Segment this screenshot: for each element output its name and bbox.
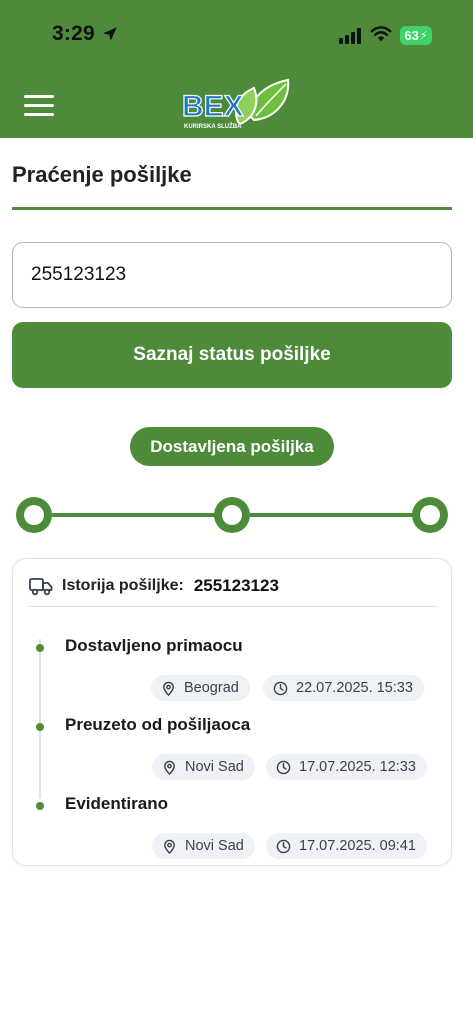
status-badge: Dostavljena pošiljka [130, 427, 334, 466]
location-arrow-icon [103, 27, 117, 41]
location-chip: Novi Sad [152, 754, 255, 780]
location-chip: Beograd [151, 675, 250, 701]
location-chip: Novi Sad [152, 833, 255, 859]
charging-bolt-icon: ⚡ [419, 30, 428, 42]
tracking-number-input[interactable] [12, 242, 452, 308]
map-pin-icon [164, 760, 175, 775]
truck-icon [29, 578, 53, 596]
timeline-dot [36, 723, 44, 731]
history-divider [29, 606, 437, 607]
battery-indicator: 63 ⚡ [400, 26, 432, 45]
event-datetime: 17.07.2025. 12:33 [299, 759, 416, 775]
event-datetime: 17.07.2025. 09:41 [299, 838, 416, 854]
event-title: Dostavljeno primaocu [65, 636, 243, 655]
event-location: Novi Sad [185, 838, 244, 854]
timeline-event: Evidentirano Novi Sad 17.07.2025. 09:41 [13, 785, 453, 859]
timeline-dot [36, 644, 44, 652]
clock-icon [273, 681, 288, 695]
svg-text:BEX: BEX [182, 90, 244, 123]
progress-step-2 [214, 497, 250, 533]
status-bar: 3:29 63 ⚡ [0, 0, 473, 70]
map-pin-icon [164, 839, 175, 854]
progress-line-2 [250, 513, 414, 517]
timeline-event: Preuzeto od pošiljaoca Novi Sad 17.07.20… [13, 706, 453, 780]
progress-line-1 [52, 513, 216, 517]
progress-step-3 [412, 497, 448, 533]
status-time: 3:29 [52, 22, 95, 45]
svg-text:KURIRSKA SLUŽBA: KURIRSKA SLUŽBA [184, 122, 242, 130]
history-header: Istorija pošiljke: 255123123 [29, 573, 279, 599]
datetime-chip: 22.07.2025. 15:33 [263, 675, 424, 701]
page-title: Praćenje pošiljke [12, 162, 192, 187]
history-label: Istorija pošiljke: [62, 577, 184, 594]
datetime-chip: 17.07.2025. 09:41 [266, 833, 427, 859]
app-header: 3:29 63 ⚡ BEX KURIRSKA SLUŽBA [0, 0, 473, 138]
timeline-dot [36, 802, 44, 810]
clock-icon [276, 839, 291, 853]
datetime-chip: 17.07.2025. 12:33 [266, 754, 427, 780]
check-status-button[interactable]: Saznaj status pošiljke [12, 322, 452, 388]
bex-logo: BEX KURIRSKA SLUŽBA [181, 78, 290, 130]
history-card: Istorija pošiljke: 255123123 Dostavljeno… [12, 558, 452, 866]
event-title: Evidentirano [65, 794, 168, 813]
event-datetime: 22.07.2025. 15:33 [296, 680, 413, 696]
progress-tracker [0, 494, 473, 538]
event-location: Novi Sad [185, 759, 244, 775]
clock-icon [276, 760, 291, 774]
signal-icon [339, 28, 361, 44]
wifi-icon [370, 26, 392, 42]
timeline-event: Dostavljeno primaocu Beograd 22.07.2025.… [13, 627, 453, 701]
battery-level: 63 [404, 28, 419, 43]
hamburger-icon[interactable] [24, 95, 54, 117]
event-title: Preuzeto od pošiljaoca [65, 715, 251, 734]
history-number: 255123123 [193, 576, 279, 595]
map-pin-icon [163, 681, 174, 696]
title-divider [12, 207, 452, 210]
event-location: Beograd [184, 680, 239, 696]
progress-step-1 [16, 497, 52, 533]
